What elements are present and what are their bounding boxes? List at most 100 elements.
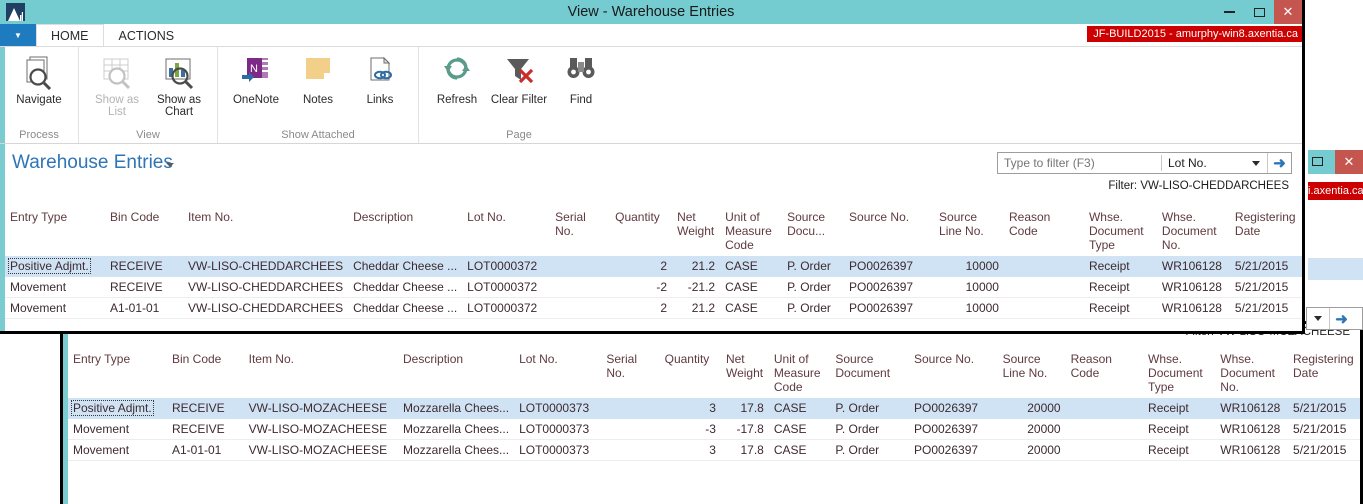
- column-header-whse_doc_type[interactable]: Whse. Document Type: [1083, 206, 1157, 256]
- column-header-source_no[interactable]: Source No.: [844, 206, 935, 256]
- back-cell-net_weight[interactable]: -17.8: [720, 418, 769, 440]
- back-cell-reason_code[interactable]: [1065, 439, 1144, 461]
- back-cell-whse_doc_type[interactable]: Receipt: [1143, 439, 1216, 461]
- close-button[interactable]: ✕: [1274, 0, 1302, 24]
- back-cell-net_weight[interactable]: 17.8: [720, 439, 769, 461]
- back-cell-whse_doc_no[interactable]: WR106128: [1215, 418, 1289, 440]
- cell-source_doc[interactable]: P. Order: [782, 256, 845, 277]
- back-cell-serial_no[interactable]: [601, 418, 660, 440]
- cell-whse_doc_no[interactable]: WR106128: [1156, 276, 1230, 298]
- back-cell-lot_no[interactable]: LOT0000373: [514, 439, 602, 461]
- back-column-header-net_weight[interactable]: Net Weight: [720, 348, 769, 398]
- back-cell-description[interactable]: Mozzarella Chees...: [398, 418, 515, 440]
- table-row[interactable]: Movement A1-01-01 VW-LISO-CHEDDARCHEES Ched…: [5, 297, 1302, 319]
- cell-src_line_no[interactable]: 10000: [934, 276, 1004, 298]
- cell-whse_doc_type[interactable]: Receipt: [1083, 256, 1157, 277]
- back-cell-source_doc[interactable]: P. Order: [830, 418, 909, 440]
- cell-reg_date[interactable]: 5/21/2015: [1229, 276, 1302, 298]
- front-grid[interactable]: Entry Type Bin Code Item No. Description Lot…: [0, 206, 1302, 331]
- back-cell-entry_type[interactable]: Movement: [68, 418, 167, 440]
- cell-bin_code[interactable]: A1-01-01: [104, 297, 183, 319]
- back-cell-net_weight[interactable]: 17.8: [720, 398, 769, 419]
- cell-source_no[interactable]: PO0026397: [844, 276, 935, 298]
- back-cell-quantity[interactable]: -3: [659, 418, 721, 440]
- page-title-dropdown-icon[interactable]: [166, 163, 174, 167]
- cell-entry_type[interactable]: Movement: [5, 276, 105, 298]
- cell-description[interactable]: Cheddar Cheese ...: [348, 297, 463, 319]
- column-header-item_no[interactable]: Item No.: [182, 206, 349, 256]
- back-table-row[interactable]: Movement A1-01-01 VW-LISO-MOZACHEESE Mozzar…: [68, 439, 1360, 461]
- column-header-reg_date[interactable]: Registering Date: [1229, 206, 1302, 256]
- back-filter-dropdown-icon[interactable]: [1307, 308, 1329, 329]
- column-header-entry_type[interactable]: Entry Type: [5, 206, 105, 256]
- cell-uom_code[interactable]: CASE: [720, 276, 783, 298]
- back-maximize-icon[interactable]: [1312, 157, 1323, 166]
- cell-item_no[interactable]: VW-LISO-CHEDDARCHEES: [182, 276, 349, 298]
- back-column-header-reg_date[interactable]: Registering Date: [1288, 348, 1360, 398]
- main-window-view-warehouse-entries[interactable]: View - Warehouse Entries ✕ ▼ HOME ACTION…: [0, 0, 1305, 334]
- back-cell-item_no[interactable]: VW-LISO-MOZACHEESE: [243, 439, 399, 461]
- back-cell-entry_type[interactable]: Movement: [68, 439, 167, 461]
- cell-serial_no[interactable]: [550, 297, 611, 319]
- column-header-bin_code[interactable]: Bin Code: [104, 206, 183, 256]
- clear-filter-button[interactable]: Clear Filter: [488, 50, 550, 106]
- search-input[interactable]: [998, 153, 1161, 173]
- back-cell-whse_doc_type[interactable]: Receipt: [1143, 398, 1216, 419]
- table-row[interactable]: Movement RECEIVE VW-LISO-CHEDDARCHEES Chedd…: [5, 276, 1302, 298]
- column-header-quantity[interactable]: Quantity: [610, 206, 673, 256]
- back-column-header-whse_doc_type[interactable]: Whse. Document Type: [1143, 348, 1216, 398]
- cell-source_no[interactable]: PO0026397: [844, 297, 935, 319]
- back-table-header-row[interactable]: Entry Type Bin Code Item No. Description Lot…: [68, 348, 1360, 398]
- cell-whse_doc_type[interactable]: Receipt: [1083, 297, 1157, 319]
- cell-serial_no[interactable]: [550, 256, 611, 277]
- tab-home[interactable]: HOME: [36, 24, 104, 46]
- cell-lot_no[interactable]: LOT0000372: [462, 276, 551, 298]
- back-cell-uom_code[interactable]: CASE: [768, 398, 831, 419]
- back-filter-go-button[interactable]: ➜: [1329, 308, 1353, 329]
- back-cell-description[interactable]: Mozzarella Chees...: [398, 439, 515, 461]
- refresh-button[interactable]: Refresh: [426, 50, 488, 106]
- column-header-serial_no[interactable]: Serial No.: [550, 206, 611, 256]
- cell-entry_type[interactable]: Positive Adjmt.: [5, 256, 105, 277]
- back-cell-serial_no[interactable]: [601, 439, 660, 461]
- back-cell-src_line_no[interactable]: 20000: [997, 398, 1066, 419]
- cell-quantity[interactable]: 2: [610, 256, 673, 277]
- back-cell-whse_doc_type[interactable]: Receipt: [1143, 418, 1216, 440]
- find-button[interactable]: Find: [550, 50, 612, 106]
- back-cell-whse_doc_no[interactable]: WR106128: [1215, 398, 1289, 419]
- column-header-source_doc[interactable]: Source Docu...: [782, 206, 845, 256]
- column-header-description[interactable]: Description: [348, 206, 463, 256]
- back-column-header-item_no[interactable]: Item No.: [243, 348, 399, 398]
- background-window-warehouse-entries[interactable]: Filter: VW-LISO-MOZACHEESE Entry TypeBin…: [60, 321, 1363, 504]
- back-column-header-quantity[interactable]: Quantity: [659, 348, 721, 398]
- links-button[interactable]: Links: [349, 50, 411, 106]
- cell-entry_type[interactable]: Movement: [5, 297, 105, 319]
- cell-reg_date[interactable]: 5/21/2015: [1229, 256, 1302, 277]
- back-table-row[interactable]: Movement RECEIVE VW-LISO-MOZACHEESE Mozzare…: [68, 418, 1360, 440]
- column-header-reason_code[interactable]: Reason Code: [1003, 206, 1084, 256]
- cell-quantity[interactable]: -2: [610, 276, 673, 298]
- minimize-button[interactable]: [1214, 0, 1244, 24]
- warehouse-entries-table[interactable]: Entry Type Bin Code Item No. Description Lot…: [5, 206, 1302, 331]
- cell-description[interactable]: Cheddar Cheese ...: [348, 256, 463, 277]
- back-column-header-src_line_no[interactable]: Source Line No.: [997, 348, 1066, 398]
- cell-item_no[interactable]: VW-LISO-CHEDDARCHEES: [182, 297, 349, 319]
- back-cell-lot_no[interactable]: LOT0000373: [514, 398, 602, 419]
- back-close-button[interactable]: ✕: [1335, 150, 1363, 174]
- back-cell-src_line_no[interactable]: 20000: [997, 418, 1066, 440]
- application-menu-button[interactable]: ▼: [0, 24, 36, 46]
- back-cell-source_doc[interactable]: P. Order: [830, 439, 909, 461]
- back-grid[interactable]: Entry Type Bin Code Item No. Description Lot…: [68, 348, 1360, 481]
- back-cell-reason_code[interactable]: [1065, 418, 1144, 440]
- back-column-header-source_no[interactable]: Source No.: [909, 348, 998, 398]
- back-cell-reg_date[interactable]: 5/21/2015: [1288, 439, 1360, 461]
- back-cell-source_no[interactable]: PO0026397: [909, 398, 998, 419]
- cell-src_line_no[interactable]: 10000: [934, 256, 1004, 277]
- back-cell-quantity[interactable]: 3: [659, 398, 721, 419]
- cell-whse_doc_no[interactable]: WR106128: [1156, 297, 1230, 319]
- column-header-whse_doc_no[interactable]: Whse. Document No.: [1156, 206, 1230, 256]
- back-cell-reg_date[interactable]: 5/21/2015: [1288, 418, 1360, 440]
- cell-reason_code[interactable]: [1003, 297, 1084, 319]
- back-column-header-entry_type[interactable]: Entry Type: [68, 348, 167, 398]
- back-cell-reason_code[interactable]: [1065, 398, 1144, 419]
